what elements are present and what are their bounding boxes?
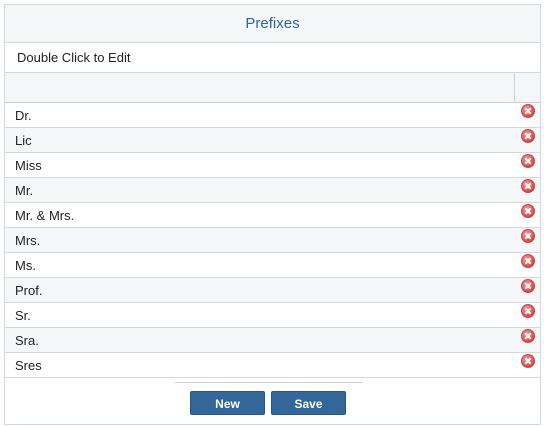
table-row[interactable]: Ms.: [5, 253, 540, 278]
table-row[interactable]: Prof.: [5, 278, 540, 303]
delete-icon[interactable]: [521, 279, 535, 293]
prefix-label: Sr.: [15, 308, 31, 323]
footer-divider: [175, 382, 362, 383]
prefix-label: Ms.: [15, 258, 36, 273]
prefix-label: Mr. & Mrs.: [15, 208, 75, 223]
prefix-label: Lic: [15, 133, 32, 148]
save-button[interactable]: Save: [271, 391, 346, 415]
table-row[interactable]: Dr.: [5, 103, 540, 128]
delete-icon[interactable]: [521, 304, 535, 318]
prefix-label: Prof.: [15, 283, 43, 298]
prefix-label: Sres: [15, 358, 42, 373]
table-row[interactable]: Sra.: [5, 328, 540, 353]
delete-icon[interactable]: [521, 229, 535, 243]
prefixes-panel: Prefixes Double Click to Edit Dr. Lic Mi…: [4, 4, 541, 425]
prefix-label: Miss: [15, 158, 42, 173]
delete-icon[interactable]: [521, 129, 535, 143]
table-row[interactable]: Mr.: [5, 178, 540, 203]
delete-icon[interactable]: [521, 104, 535, 118]
delete-icon[interactable]: [521, 154, 535, 168]
grid-header: [5, 73, 540, 103]
edit-hint: Double Click to Edit: [5, 43, 540, 73]
table-row[interactable]: Mr. & Mrs.: [5, 203, 540, 228]
table-row[interactable]: Lic: [5, 128, 540, 153]
table-row[interactable]: Miss: [5, 153, 540, 178]
prefix-label: Mr.: [15, 183, 34, 198]
prefix-label: Mrs.: [15, 233, 41, 248]
delete-icon[interactable]: [521, 204, 535, 218]
panel-title: Prefixes: [5, 5, 540, 43]
table-row[interactable]: Sr.: [5, 303, 540, 328]
table-row[interactable]: Sres: [5, 353, 540, 378]
prefix-list: Dr. Lic Miss Mr. Mr. & Mrs. Mrs. Ms. Pro…: [5, 103, 540, 378]
delete-icon[interactable]: [521, 179, 535, 193]
prefix-label: Dr.: [15, 108, 32, 123]
table-row[interactable]: Mrs.: [5, 228, 540, 253]
delete-icon[interactable]: [521, 254, 535, 268]
delete-icon[interactable]: [521, 354, 535, 368]
delete-icon[interactable]: [521, 329, 535, 343]
grid-header-action-column: [514, 73, 540, 102]
prefix-label: Sra.: [15, 333, 39, 348]
new-button[interactable]: New: [190, 391, 265, 415]
